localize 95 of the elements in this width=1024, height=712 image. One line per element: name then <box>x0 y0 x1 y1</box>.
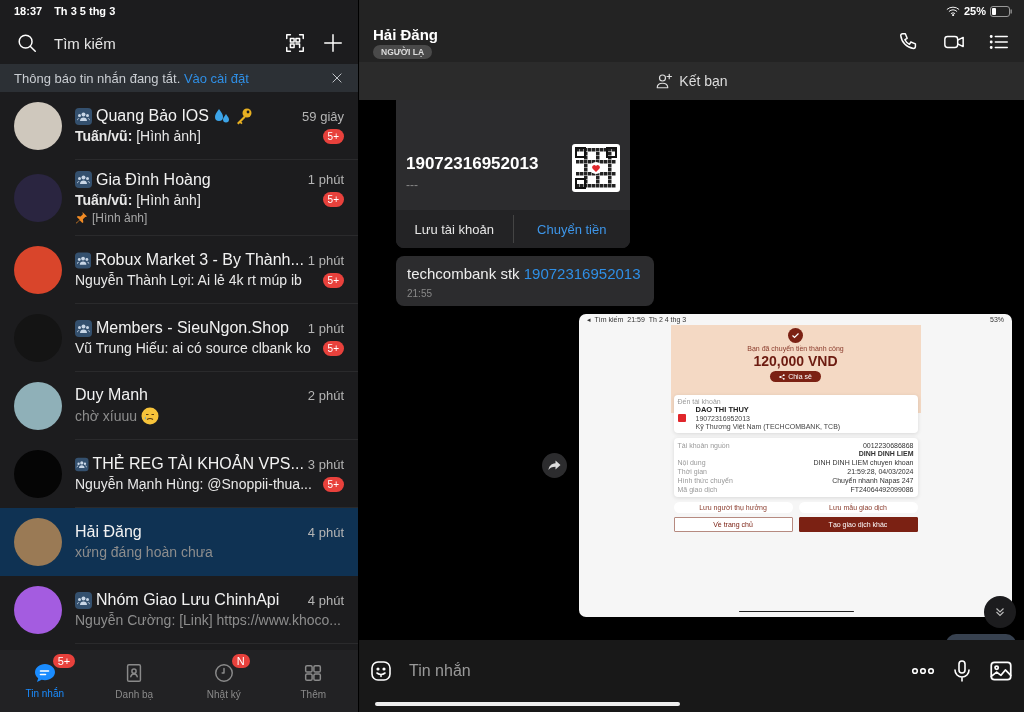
add-person-icon[interactable] <box>655 72 674 90</box>
message-time: 21:55 <box>407 288 434 299</box>
message-preview: Tuấn/vũ: [Hình ảnh] <box>75 128 201 144</box>
account-link[interactable]: 19072316952013 <box>523 265 641 282</box>
conversation-time: 1 phút <box>307 320 344 336</box>
unread-badge: 5+ <box>322 340 344 356</box>
message-text: techcombank stk 19072316952013 <box>407 265 642 282</box>
unread-badge: 5+ <box>322 192 344 207</box>
avatar <box>14 174 62 222</box>
contact-name: Hải Đăng <box>373 25 438 43</box>
forward-icon[interactable] <box>542 453 567 478</box>
tab-badge: N <box>231 654 250 668</box>
unread-badge: 5+ <box>322 128 344 144</box>
wifi-icon <box>945 4 960 18</box>
unread-badge: 5+ <box>322 476 344 492</box>
conversation-time: 1 phút <box>307 172 344 187</box>
conversation-time: 4 phút <box>307 592 344 608</box>
chat-icon <box>33 663 56 683</box>
amount: 120,000 VND <box>753 353 838 369</box>
scroll-down-button[interactable] <box>984 596 1016 628</box>
double-chevron-down-icon <box>993 605 1007 619</box>
group-icon <box>75 171 92 188</box>
message-preview: Nguyễn Mạnh Hùng: @Snoppii-thua... <box>75 476 312 492</box>
bank-logo-icon <box>677 413 686 422</box>
avatar <box>14 450 62 498</box>
battery-percent: 25% <box>963 5 986 17</box>
group-icon <box>75 455 89 473</box>
conversation-name: Hải Đăng <box>75 523 142 541</box>
tab[interactable]: 5+ Tin nhắn <box>0 650 90 712</box>
conversation-name: Nhóm Giao Lưu ChinhApi <box>96 591 280 609</box>
transfer-receipt-screenshot[interactable] <box>579 314 1012 617</box>
conversation-time: 4 phút <box>307 524 344 540</box>
unread-badge: 5+ <box>322 272 344 288</box>
conversation-time: 1 phút <box>307 252 344 268</box>
group-icon <box>75 319 92 337</box>
group-icon <box>75 107 92 125</box>
account-note: --- <box>406 178 419 192</box>
add-friend-button[interactable]: Kết bạn <box>679 73 728 89</box>
settings-link[interactable]: Vào cài đặt <box>183 70 249 86</box>
conversation-item[interactable]: Robux Market 3 - By Thành... 1 phút Nguyễn Thành Lợi: Ai lẻ 4k rt múp ib 5+ <box>0 236 358 304</box>
close-icon[interactable] <box>330 71 344 85</box>
pinned-message: [Hình ảnh] <box>92 210 148 225</box>
qr-scan-icon[interactable] <box>284 32 306 54</box>
search-field[interactable]: Tìm kiếm <box>54 34 268 52</box>
message-preview: Nguyễn Thành Lợi: Ai lẻ 4k rt múp ib <box>75 272 302 288</box>
notification-notice: Thông báo tin nhắn đang tắt. Vào cài đặt <box>14 70 250 86</box>
conversation-name: Robux Market 3 - By Thành... <box>95 251 304 269</box>
conversation-time: 3 phút <box>307 456 344 472</box>
check-circle-icon <box>788 328 803 343</box>
image-icon[interactable] <box>988 658 1014 684</box>
transfer-button[interactable]: Chuyển tiền <box>513 215 630 243</box>
qr-code-icon <box>572 144 620 192</box>
conversation-time: 2 phút <box>307 387 344 403</box>
avatar <box>14 246 62 294</box>
conversation-item[interactable]: Hải Đăng 4 phút xứng đáng hoàn chưa <box>0 508 358 576</box>
conversation-time: 59 giây <box>302 108 344 124</box>
status-time: 18:37 <box>14 5 43 17</box>
battery-icon <box>990 5 1012 17</box>
plus-icon[interactable] <box>322 32 344 54</box>
sticker-face-icon[interactable] <box>369 659 393 683</box>
tab[interactable]: Thêm <box>268 650 358 712</box>
conversation-name: Quang Bảo IOS <box>96 107 209 125</box>
smiling-tear-face-icon <box>141 407 160 425</box>
share-icon <box>779 373 786 380</box>
group-icon <box>75 591 92 609</box>
message-preview: xứng đáng hoàn chưa <box>75 544 213 560</box>
conversation-name: THẺ REG TÀI KHOẢN VPS... <box>92 455 304 473</box>
tab[interactable]: N Nhật ký <box>179 650 269 712</box>
conversation-item[interactable]: Nhóm Giao Lưu ChinhApi 4 phút Nguyễn Cường: [Link] https://www.khoco... <box>0 576 358 644</box>
conversation-item[interactable]: Quang Bảo IOS 59 giây Tuấn/vũ: [Hình ảnh] 5+ <box>0 92 358 160</box>
pushpin-icon <box>75 211 88 224</box>
search-icon[interactable] <box>16 32 38 54</box>
group-icon <box>75 251 92 269</box>
conversation-item[interactable]: Duy Manh 2 phút chờ xíuuu <box>0 372 358 440</box>
clock-icon <box>212 662 235 684</box>
account-number: 19072316952013 <box>406 154 540 174</box>
conversation-name: Duy Manh <box>75 386 148 404</box>
tab[interactable]: Danh bạ <box>89 650 179 712</box>
conversation-item[interactable]: Members - SieuNgon.Shop 1 phút Vũ Trung Hiếu: ai có source clbank ko 5+ <box>0 304 358 372</box>
conversation-name: Members - SieuNgon.Shop <box>96 319 289 337</box>
message-preview: Vũ Trung Hiếu: ai có source clbank ko <box>75 340 311 356</box>
conversation-name: Gia Đình Hoàng <box>96 170 211 189</box>
droplets-icon <box>212 107 231 125</box>
avatar <box>14 518 62 566</box>
avatar <box>14 382 62 430</box>
avatar <box>14 102 62 150</box>
avatar <box>14 586 62 634</box>
message-preview: Nguyễn Cường: [Link] https://www.khoco... <box>75 612 341 628</box>
message-preview: chờ xíuuu <box>75 408 138 424</box>
save-account-button[interactable]: Lưu tài khoản <box>396 215 513 243</box>
status-date: Th 3 5 thg 3 <box>54 5 116 17</box>
message-preview: Tuấn/vũ: [Hình ảnh] <box>75 191 201 208</box>
conversation-item[interactable]: Gia Đình Hoàng 1 phút Tuấn/vũ: [Hình ảnh] 5+ [Hình ảnh] <box>0 160 358 236</box>
stranger-tag: NGƯỜI LẠ <box>373 44 433 59</box>
tab-badge: 5+ <box>52 654 76 668</box>
